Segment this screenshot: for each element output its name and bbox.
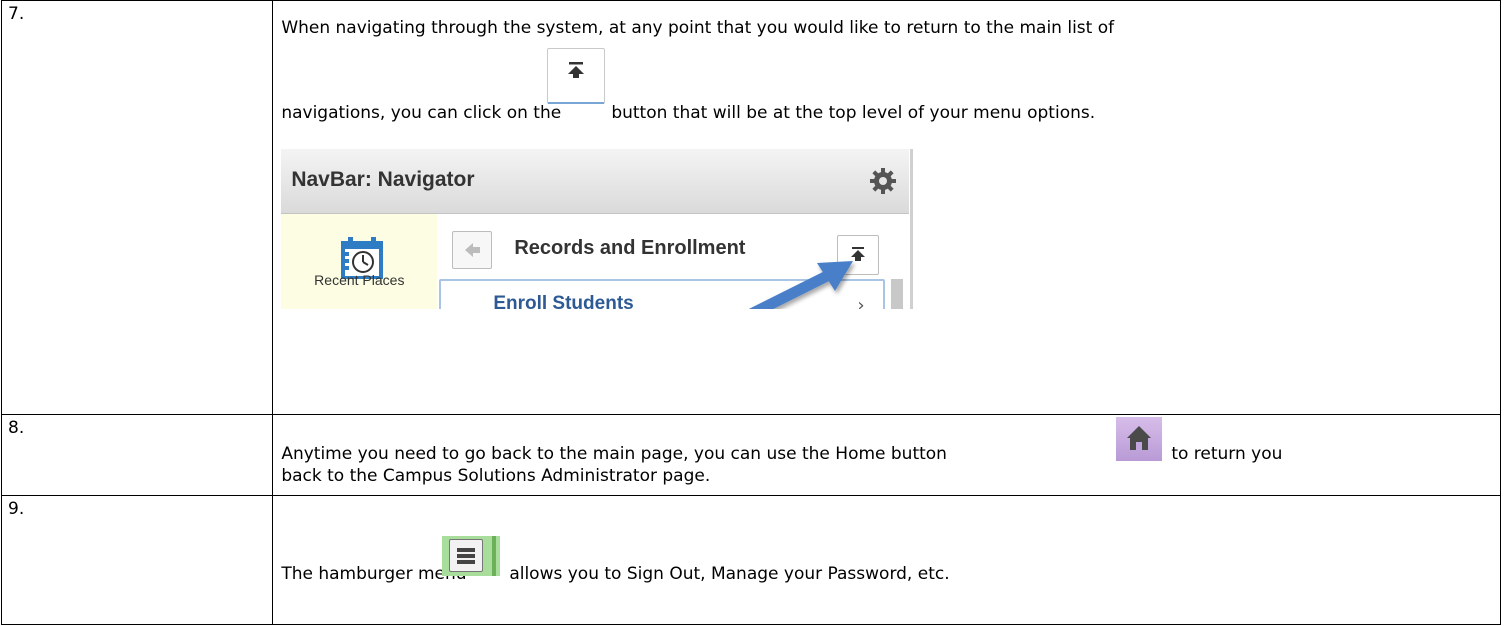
- back-arrow-icon: [465, 243, 481, 257]
- home-icon: [1127, 426, 1152, 450]
- navigator-title: NavBar: Navigator: [291, 168, 475, 191]
- steps-table: 7. When navigating through the system, a…: [0, 0, 1501, 625]
- step-row-8: 8. Anytime you need to go back to the ma…: [0, 414, 1501, 496]
- step-number: 7.: [0, 0, 274, 415]
- step-text: allows you to Sign Out, Manage your Pass…: [509, 564, 950, 584]
- navigator-section-title: Records and Enrollment: [514, 237, 746, 259]
- recent-places-tile: Recent Places: [281, 214, 438, 309]
- step-number: 9.: [0, 495, 274, 625]
- step-text: button that will be at the top level of …: [611, 103, 1096, 123]
- hamburger-menu-button: [442, 536, 501, 576]
- recent-places-label: Recent Places: [314, 272, 405, 288]
- step-text: When navigating through the system, at a…: [281, 18, 1115, 38]
- pointer-arrow-icon: [749, 261, 854, 309]
- step-text: navigations, you can click on the: [281, 103, 562, 123]
- back-button: [452, 231, 493, 269]
- step-content: The hamburger menu allows you to Sign Ou…: [272, 495, 1501, 625]
- menu-item-label: Enroll Students: [493, 293, 634, 309]
- home-button: [1116, 417, 1163, 461]
- step-row-9: 9. The hamburger menu allows you to Sign…: [0, 495, 1501, 625]
- top-level-button: [547, 48, 606, 104]
- step-content: Anytime you need to go back to the main …: [272, 414, 1501, 496]
- step-text: to return you: [1171, 444, 1283, 464]
- step-text: back to the Campus Solutions Administrat…: [281, 466, 711, 486]
- step-content: When navigating through the system, at a…: [272, 0, 1501, 415]
- navigator-header: NavBar: Navigator: [281, 149, 910, 214]
- gear-icon: [870, 168, 897, 194]
- step-text: The hamburger menu: [281, 564, 467, 584]
- step-number: 8.: [0, 414, 274, 496]
- top-level-icon: [568, 62, 585, 78]
- step-text: Anytime you need to go back to the main …: [281, 444, 947, 464]
- step-row-7: 7. When navigating through the system, a…: [0, 0, 1501, 415]
- navigator-screenshot: NavBar: Navigator Recent Places Records …: [281, 149, 914, 309]
